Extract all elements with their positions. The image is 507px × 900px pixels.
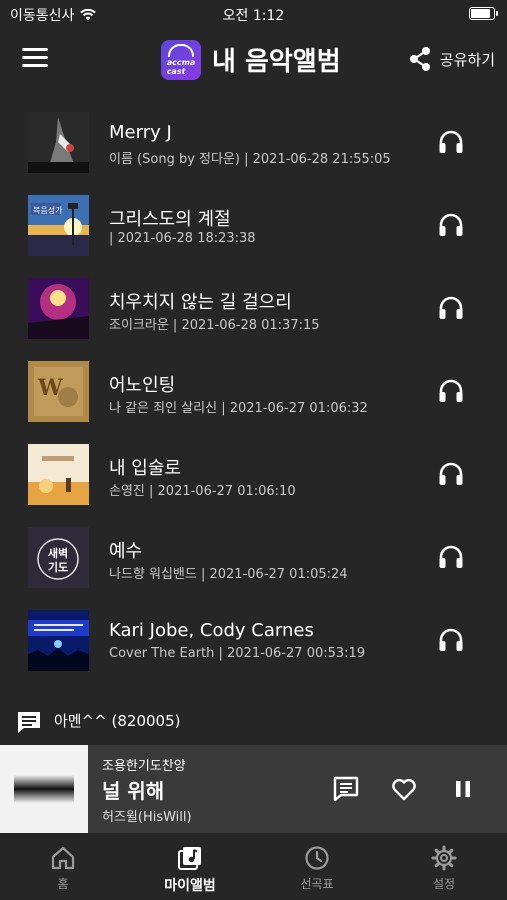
- song-subtitle: 조이크라운 | 2021-06-28 01:37:15: [109, 318, 320, 333]
- song-subtitle: 나 같은 죄인 살리신 | 2021-06-27 01:06:32: [109, 401, 368, 416]
- album-thumbnail: [28, 610, 89, 671]
- headphones-icon[interactable]: [437, 543, 465, 571]
- album-thumbnail: [28, 444, 89, 505]
- song-title: 예수: [109, 541, 143, 562]
- list-item[interactable]: 복음성가 그리스도의 계절 | 2021-06-28 18:23:38: [0, 183, 507, 263]
- app-header: accma cast 내 음악앨범 공유하기: [0, 28, 507, 90]
- song-title: Kari Jobe, Cody Carnes: [109, 620, 314, 641]
- song-subtitle: | 2021-06-28 18:23:38: [109, 231, 256, 246]
- song-subtitle: 손영진 | 2021-06-27 01:06:10: [109, 484, 296, 499]
- home-icon: [51, 846, 75, 870]
- list-item[interactable]: Kari Jobe, Cody Carnes Cover The Earth |…: [0, 598, 507, 678]
- list-item[interactable]: 새벽 기도 예수 나드향 워십밴드 | 2021-06-27 01:05:24: [0, 515, 507, 595]
- tab-label: 설정: [432, 877, 456, 891]
- clock: 오전 1:12: [222, 8, 285, 24]
- share-icon: [409, 47, 430, 71]
- battery-icon: [469, 7, 498, 20]
- heart-icon[interactable]: [390, 775, 418, 803]
- song-subtitle: 이름 (Song by 정다운) | 2021-06-28 21:55:05: [109, 152, 391, 167]
- now-playing-title: 널 위해: [102, 779, 165, 803]
- comment-text: 아멘^^ (820005): [54, 712, 181, 730]
- list-item[interactable]: Merry J 이름 (Song by 정다운) | 2021-06-28 21…: [0, 100, 507, 180]
- share-button[interactable]: 공유하기: [408, 46, 495, 72]
- tab-label: 선곡표: [300, 877, 334, 891]
- album-icon: [178, 847, 201, 870]
- now-playing-artist: 허즈윌(HisWill): [102, 810, 192, 825]
- comment-icon: [18, 712, 40, 733]
- tab-label: 홈: [57, 877, 69, 891]
- clock-icon: [305, 846, 329, 870]
- svg-text:기도: 기도: [48, 560, 68, 574]
- logo-arc-icon: [168, 44, 194, 57]
- headphones-icon[interactable]: [437, 128, 465, 156]
- now-playing-album: 조용한기도찬양: [102, 759, 186, 774]
- page-title: 내 음악앨범: [212, 47, 341, 77]
- mini-player[interactable]: 조용한기도찬양 널 위해 허즈윌(HisWill): [0, 745, 507, 833]
- headphones-icon[interactable]: [437, 211, 465, 239]
- tab-playlist[interactable]: 선곡표: [254, 833, 380, 900]
- tab-settings[interactable]: 설정: [381, 833, 507, 900]
- headphones-icon[interactable]: [437, 460, 465, 488]
- tab-home[interactable]: 홈: [0, 833, 126, 900]
- bottom-tab-bar: 홈 마이앨범 선곡표 설정: [0, 833, 507, 900]
- now-playing-art: [0, 745, 88, 833]
- logo-text: accma cast: [166, 58, 196, 76]
- song-title: 내 입술로: [109, 458, 181, 479]
- headphones-icon[interactable]: [437, 377, 465, 405]
- app-logo: accma cast: [161, 40, 201, 80]
- comment-ticker[interactable]: 아멘^^ (820005): [0, 704, 507, 738]
- menu-button[interactable]: [22, 48, 48, 68]
- thumb-text: 복음성가: [33, 206, 63, 215]
- lyrics-icon[interactable]: [332, 775, 360, 803]
- album-thumbnail: [28, 112, 89, 173]
- list-item[interactable]: W 어노인팅 나 같은 죄인 살리신 | 2021-06-27 01:06:32: [0, 349, 507, 429]
- list-item[interactable]: 치우치지 않는 길 걸으리 조이크라운 | 2021-06-28 01:37:1…: [0, 266, 507, 346]
- song-title: 어노인팅: [109, 375, 176, 396]
- headphones-icon[interactable]: [437, 294, 465, 322]
- album-thumbnail: 새벽 기도: [28, 527, 89, 588]
- song-title: Merry J: [109, 122, 172, 143]
- album-thumbnail: 복음성가: [28, 195, 89, 256]
- song-title: 치우치지 않는 길 걸으리: [109, 292, 292, 313]
- tab-label: 마이앨범: [164, 878, 216, 894]
- share-label: 공유하기: [439, 50, 495, 69]
- pause-icon[interactable]: [449, 775, 477, 803]
- svg-text:새벽: 새벽: [48, 546, 68, 560]
- song-title: 그리스도의 계절: [109, 209, 231, 230]
- album-thumbnail: W: [28, 361, 89, 422]
- song-subtitle: 나드향 워십밴드 | 2021-06-27 01:05:24: [109, 567, 348, 582]
- album-thumbnail: [28, 278, 89, 339]
- tab-my-album[interactable]: 마이앨범: [127, 833, 253, 900]
- status-bar: 이동통신사 오전 1:12: [0, 0, 507, 28]
- song-subtitle: Cover The Earth | 2021-06-27 00:53:19: [109, 646, 366, 661]
- headphones-icon[interactable]: [437, 626, 465, 654]
- list-item[interactable]: 내 입술로 손영진 | 2021-06-27 01:06:10: [0, 432, 507, 512]
- gear-icon: [431, 845, 457, 871]
